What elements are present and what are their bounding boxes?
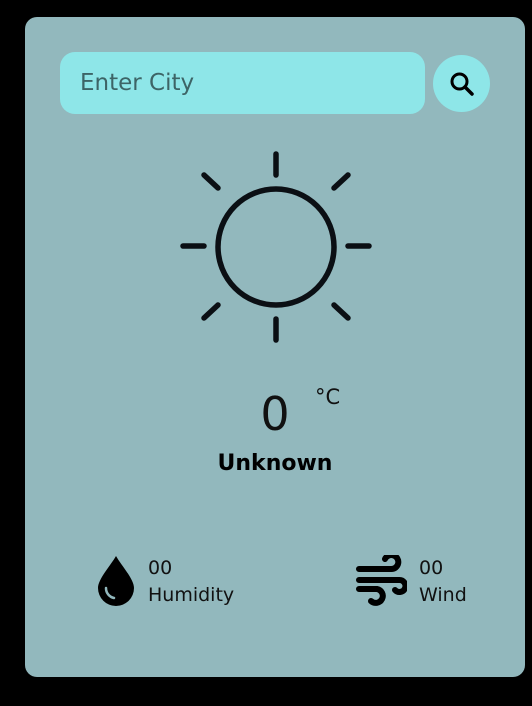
temperature: 0 <box>25 387 525 441</box>
wind-stat: 00 Wind <box>419 555 467 609</box>
wind-label: Wind <box>419 584 467 606</box>
humidity-value: 00 <box>148 557 173 579</box>
humidity-label: Humidity <box>148 584 235 606</box>
water-drop-icon <box>98 556 134 606</box>
weather-condition: Unknown <box>217 451 333 476</box>
search-icon <box>450 72 474 96</box>
temperature-unit: °C <box>315 385 341 409</box>
humidity-stat: 00 Humidity <box>148 555 234 609</box>
search-button[interactable] <box>433 55 490 112</box>
temperature-value: 0 <box>260 387 290 441</box>
wind-icon <box>356 555 407 606</box>
wind-value: 00 <box>419 557 444 579</box>
weather-card: 0 °C Unknown 00 Humidity 00 Wind <box>25 17 525 677</box>
sun-icon <box>180 151 372 343</box>
city-search-input[interactable] <box>60 52 425 114</box>
